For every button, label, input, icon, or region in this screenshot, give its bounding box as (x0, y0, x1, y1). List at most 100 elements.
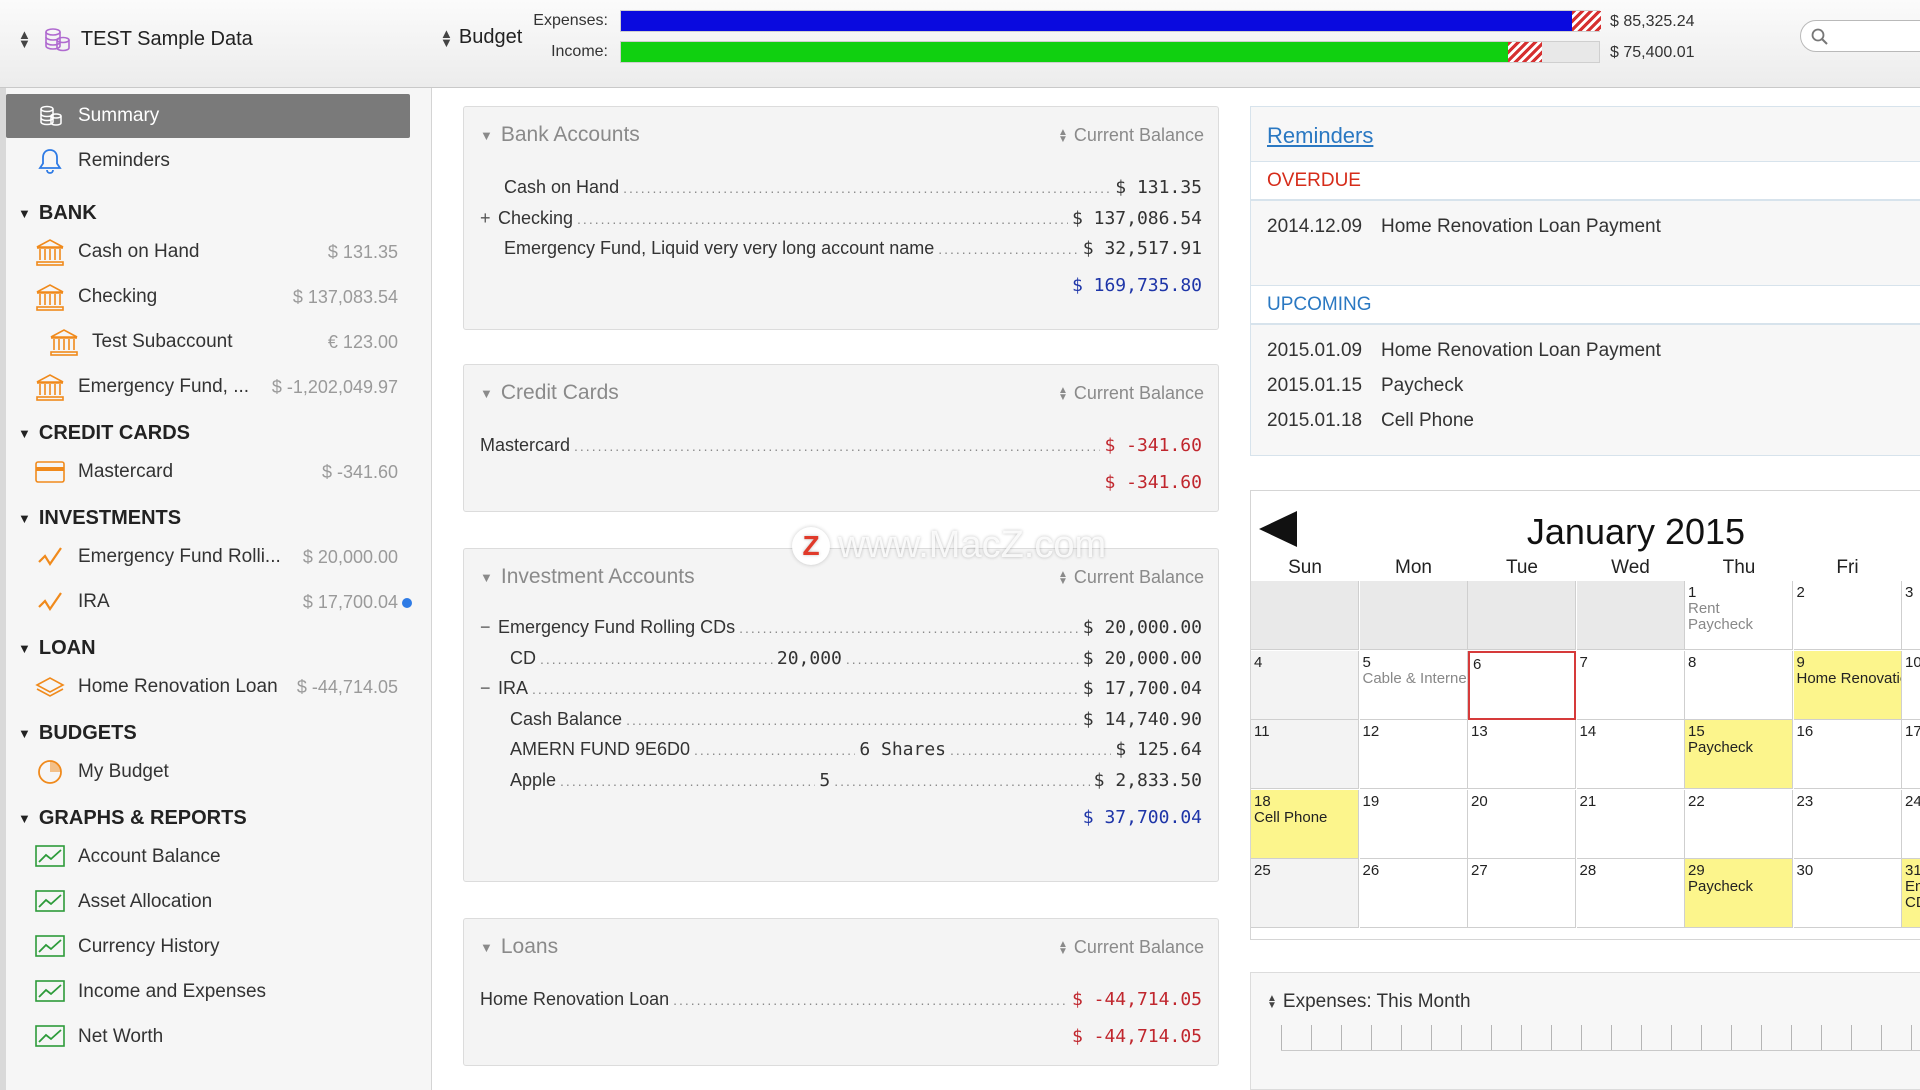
calendar-day-1[interactable]: 1 Rent Paycheck (1685, 581, 1793, 650)
calendar-day-3[interactable]: 3 (1902, 581, 1920, 650)
calendar-day-17[interactable]: 17 (1902, 720, 1920, 789)
calendar-event[interactable]: Paycheck (1688, 740, 1789, 756)
account-row[interactable]: −IRA $ 17,700.04 (480, 678, 1202, 708)
calendar-day-6[interactable]: 6 (1468, 650, 1576, 720)
sort-selector[interactable]: ▲ ▼ Current Balance (1058, 383, 1204, 404)
calendar-day-18[interactable]: 18 Cell Phone (1251, 789, 1359, 859)
calendar-day-2[interactable]: 2 (1793, 581, 1902, 650)
reminder-row[interactable]: 2014.12.09 Home Renovation Loan Payment (1267, 216, 1920, 238)
calendar-day-28[interactable]: 28 (1576, 859, 1685, 928)
account-row[interactable]: Cash on Hand $ 131.35 (504, 177, 1202, 207)
sidebar-item-income-and-expenses[interactable]: Income and Expenses (6, 970, 410, 1014)
panel-title-text: Investment Accounts (500, 565, 695, 588)
calendar-day-13[interactable]: 13 (1468, 720, 1576, 789)
panel-title[interactable]: ▼ Investment Accounts (480, 565, 695, 589)
calendar-day-14[interactable]: 14 (1576, 720, 1685, 789)
calendar-day-8[interactable]: 8 (1685, 650, 1793, 720)
calendar-day-7[interactable]: 7 (1576, 650, 1685, 720)
sidebar-section-budgets[interactable]: ▼ BUDGETS (18, 722, 137, 745)
sidebar-section-credit-cards[interactable]: ▼ CREDIT CARDS (18, 422, 190, 445)
search-input[interactable] (1800, 20, 1920, 52)
calendar-day-24[interactable]: 24 (1902, 789, 1920, 859)
account-row[interactable]: Mastercard $ -341.60 (480, 435, 1202, 465)
collapse-icon[interactable]: − (480, 617, 498, 638)
sidebar-section-loan[interactable]: ▼ LOAN (18, 637, 96, 660)
calendar-event[interactable]: Home Renovation (1797, 670, 1901, 687)
reminder-row[interactable]: 2015.01.09 Home Renovation Loan Payment (1267, 340, 1920, 362)
panel-title[interactable]: ▼ Loans (480, 935, 558, 959)
sidebar-section-investments[interactable]: ▼ INVESTMENTS (18, 507, 181, 530)
calendar-day-30[interactable]: 30 (1793, 859, 1902, 928)
collapse-icon[interactable]: − (480, 678, 498, 699)
calendar-event[interactable]: Rent (1688, 601, 1789, 617)
calendar-event[interactable]: Em (1905, 879, 1920, 895)
disclosure-triangle-icon: ▼ (18, 811, 31, 826)
account-row[interactable]: Home Renovation Loan $ -44,714.05 (480, 989, 1202, 1019)
calendar-event[interactable]: Paycheck (1688, 617, 1789, 633)
calendar-day-5[interactable]: 5 Cable & Internet (1359, 650, 1468, 720)
account-balance: $ 32,517.91 (1082, 238, 1202, 260)
calendar-day-22[interactable]: 22 (1685, 789, 1793, 859)
sidebar-item-account-balance[interactable]: Account Balance (6, 835, 410, 879)
file-selector[interactable]: ▲ ▼ TEST Sample Data (18, 24, 253, 54)
budget-selector[interactable]: ▲ ▼ Budget (440, 26, 522, 49)
sidebar-item-ira[interactable]: IRA $ 17,700.04 (6, 580, 412, 624)
sort-selector[interactable]: ▲ ▼ Current Balance (1058, 567, 1204, 588)
account-row[interactable]: Apple 5 $ 2,833.50 (510, 770, 1202, 800)
sort-selector[interactable]: ▲ ▼ Current Balance (1058, 125, 1204, 146)
calendar-day-4[interactable]: 4 (1251, 650, 1359, 720)
calendar-day-20[interactable]: 20 (1468, 789, 1576, 859)
credit-cards-panel: ▼ Credit Cards ▲ ▼ Current Balance Mastercard… (463, 364, 1219, 512)
dot-leader (540, 651, 773, 667)
sidebar-item-cash-on-hand[interactable]: Cash on Hand $ 131.35 (6, 230, 410, 274)
sidebar-item-currency-history[interactable]: Currency History (6, 925, 410, 969)
sidebar-section-graphs-reports[interactable]: ▼ GRAPHS & REPORTS (18, 807, 247, 830)
calendar-day-16[interactable]: 16 (1793, 720, 1902, 789)
sort-selector[interactable]: ▲ ▼ Current Balance (1058, 937, 1204, 958)
sidebar-item-asset-allocation[interactable]: Asset Allocation (6, 880, 410, 924)
calendar-event[interactable]: CD (1905, 895, 1920, 911)
sidebar-item-test-subaccount[interactable]: Test Subaccount € 123.00 (6, 320, 410, 364)
expand-icon[interactable]: + (480, 208, 498, 229)
account-row[interactable]: AMERN FUND 9E6D0 6 Shares $ 125.64 (510, 739, 1202, 769)
account-row[interactable]: −Emergency Fund Rolling CDs $ 20,000.00 (480, 617, 1202, 647)
sidebar-section-bank[interactable]: ▼ BANK (18, 202, 97, 225)
calendar-day-21[interactable]: 21 (1576, 789, 1685, 859)
sidebar-item-my-budget[interactable]: My Budget (6, 750, 410, 794)
sidebar-item-emergency-fund[interactable]: Emergency Fund, ... $ -1,202,049.97 (6, 365, 410, 409)
calendar-day-15[interactable]: 15 Paycheck (1685, 720, 1793, 789)
calendar-day-23[interactable]: 23 (1793, 789, 1902, 859)
calendar-day-31[interactable]: 31EmCD (1902, 859, 1920, 928)
expenses-period-selector[interactable]: ▲ ▼ Expenses: This Month (1267, 991, 1471, 1013)
account-row[interactable]: +Checking $ 137,086.54 (480, 208, 1202, 238)
chart-icon (34, 841, 66, 873)
calendar-day-11[interactable]: 11 (1251, 720, 1359, 789)
account-row[interactable]: Cash Balance $ 14,740.90 (510, 709, 1202, 739)
calendar-day-19[interactable]: 19 (1359, 789, 1468, 859)
panel-title[interactable]: ▼ Credit Cards (480, 381, 619, 405)
calendar-day-12[interactable]: 12 (1359, 720, 1468, 789)
sidebar-item-mastercard[interactable]: Mastercard $ -341.60 (6, 450, 410, 494)
sidebar-item-summary[interactable]: Summary (6, 94, 410, 138)
account-row[interactable]: CD 20,000 $ 20,000.00 (510, 648, 1202, 678)
sidebar-item-checking[interactable]: Checking $ 137,083.54 (6, 275, 410, 319)
sidebar-item-reminders[interactable]: Reminders (6, 139, 410, 183)
calendar-event[interactable]: Paycheck (1688, 879, 1789, 895)
sidebar-item-net-worth[interactable]: Net Worth (6, 1015, 410, 1059)
reminder-row[interactable]: 2015.01.15Paycheck$ (1267, 375, 1920, 397)
calendar-event[interactable]: Cell Phone (1254, 809, 1355, 826)
calendar-day-9[interactable]: 9Home Renovation (1793, 650, 1902, 720)
calendar-day-26[interactable]: 26 (1359, 859, 1468, 928)
panel-title[interactable]: ▼ Bank Accounts (480, 123, 640, 147)
calendar-event[interactable]: Cable & Internet (1363, 670, 1467, 687)
calendar-day-29[interactable]: 29 Paycheck (1685, 859, 1793, 928)
sidebar-item-home-renovation-loan[interactable]: Home Renovation Loan $ -44,714.05 (6, 665, 410, 709)
calendar-day-25[interactable]: 25 (1251, 859, 1359, 928)
sidebar-item-emergency-fund-rolli[interactable]: Emergency Fund Rolli... $ 20,000.00 (6, 535, 410, 579)
reminder-row[interactable]: 2015.01.18 Cell Phone (1267, 410, 1920, 432)
calendar-day-10[interactable]: 10 (1902, 650, 1920, 720)
calendar-day-27[interactable]: 27 (1468, 859, 1576, 928)
reminders-title[interactable]: Reminders (1267, 123, 1373, 149)
account-row[interactable]: Emergency Fund, Liquid very very long ac… (504, 238, 1202, 268)
account-balance: $ 20,000.00 (1082, 617, 1202, 638)
